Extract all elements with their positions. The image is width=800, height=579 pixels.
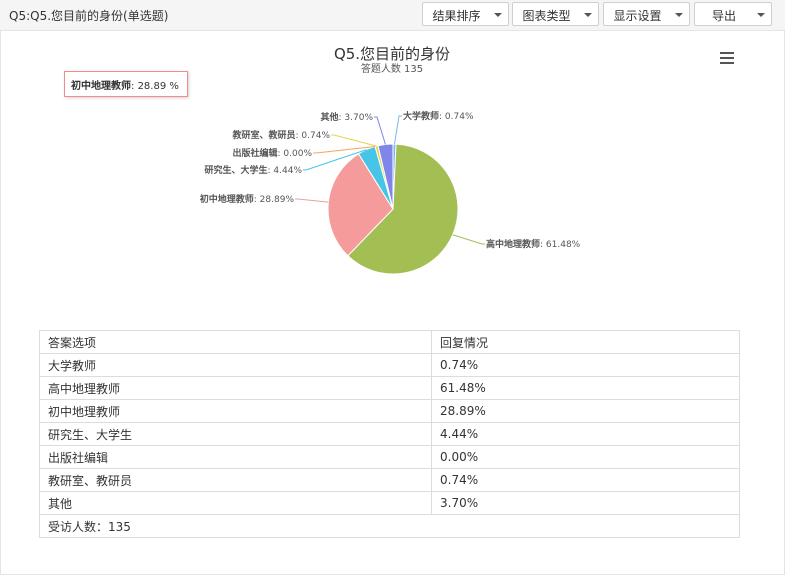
table-cell-percent: 0.00% [431,445,740,469]
table-header-row: 答案选项 回复情况 [39,330,740,354]
slice-data-label: 教研室、教研员: 0.74% [232,129,331,141]
sort-results-label: 结果排序 [432,9,481,23]
table-row: 初中地理教师 28.89% [39,399,740,423]
table-row: 其他 3.70% [39,491,740,515]
chevron-down-icon [675,13,683,17]
table-cell-percent: 0.74% [431,468,740,492]
table-cell-option: 教研室、教研员 [39,468,432,492]
table-cell-percent: 4.44% [431,422,740,446]
chart-menu-icon[interactable] [720,52,734,64]
table-row: 高中地理教师 61.48% [39,376,740,400]
table-cell-option: 其他 [39,491,432,515]
table-cell-percent: 3.70% [431,491,740,515]
table-cell-percent: 28.89% [431,399,740,423]
slice-connector [394,115,402,145]
table-cell-option: 大学教师 [39,353,432,377]
chevron-down-icon [494,13,502,17]
table-cell-option: 研究生、大学生 [39,422,432,446]
chart-type-button[interactable]: 图表类型 [512,2,599,26]
table-row: 研究生、大学生 4.44% [39,422,740,446]
table-footer-row: 受访人数：135 [39,514,740,538]
slice-data-label: 其他: 3.70% [321,111,374,123]
sort-results-button[interactable]: 结果排序 [422,2,509,26]
slice-data-label: 大学教师: 0.74% [403,110,474,122]
chevron-down-icon [757,13,765,17]
tooltip-label: 初中地理教师 [71,81,131,92]
chevron-down-icon [584,13,592,17]
slice-data-label: 研究生、大学生: 4.44% [205,164,303,176]
display-settings-label: 显示设置 [613,9,662,23]
respondent-count: 受访人数：135 [39,514,740,538]
chart-type-label: 图表类型 [522,9,571,23]
slice-connector [295,198,329,203]
table-cell-option: 初中地理教师 [39,399,432,423]
table-cell-percent: 61.48% [431,376,740,400]
export-button[interactable]: 导出 [694,2,772,26]
question-title: Q5:Q5.您目前的身份(单选题) [9,9,169,23]
chart-tooltip: 初中地理教师: 28.89 % [64,71,188,97]
slice-connector [331,134,377,147]
results-table: 答案选项 回复情况 大学教师 0.74% 高中地理教师 61.48% 初中地理教师 2… [39,330,740,538]
export-label: 导出 [711,9,736,23]
chart-subtitle: 答题人数 135 [361,62,423,75]
table-row: 出版社编辑 0.00% [39,445,740,469]
tooltip-value: 28.89 % [137,81,179,92]
chart-title: Q5.您目前的身份 [334,45,450,63]
slice-data-label: 高中地理教师: 61.48% [486,238,581,250]
question-header: Q5:Q5.您目前的身份(单选题) 结果排序 图表类型 显示设置 导出 [0,0,785,31]
display-settings-button[interactable]: 显示设置 [603,2,690,26]
slice-data-label: 初中地理教师: 28.89% [200,193,295,205]
slice-connector [452,234,485,245]
table-row: 教研室、教研员 0.74% [39,468,740,492]
table-header-option: 答案选项 [39,330,432,354]
table-cell-percent: 0.74% [431,353,740,377]
table-cell-option: 出版社编辑 [39,445,432,469]
slice-connector [374,116,386,145]
table-header-response: 回复情况 [431,330,740,354]
table-cell-option: 高中地理教师 [39,376,432,400]
slice-data-label: 出版社编辑: 0.00% [233,147,313,159]
table-row: 大学教师 0.74% [39,353,740,377]
